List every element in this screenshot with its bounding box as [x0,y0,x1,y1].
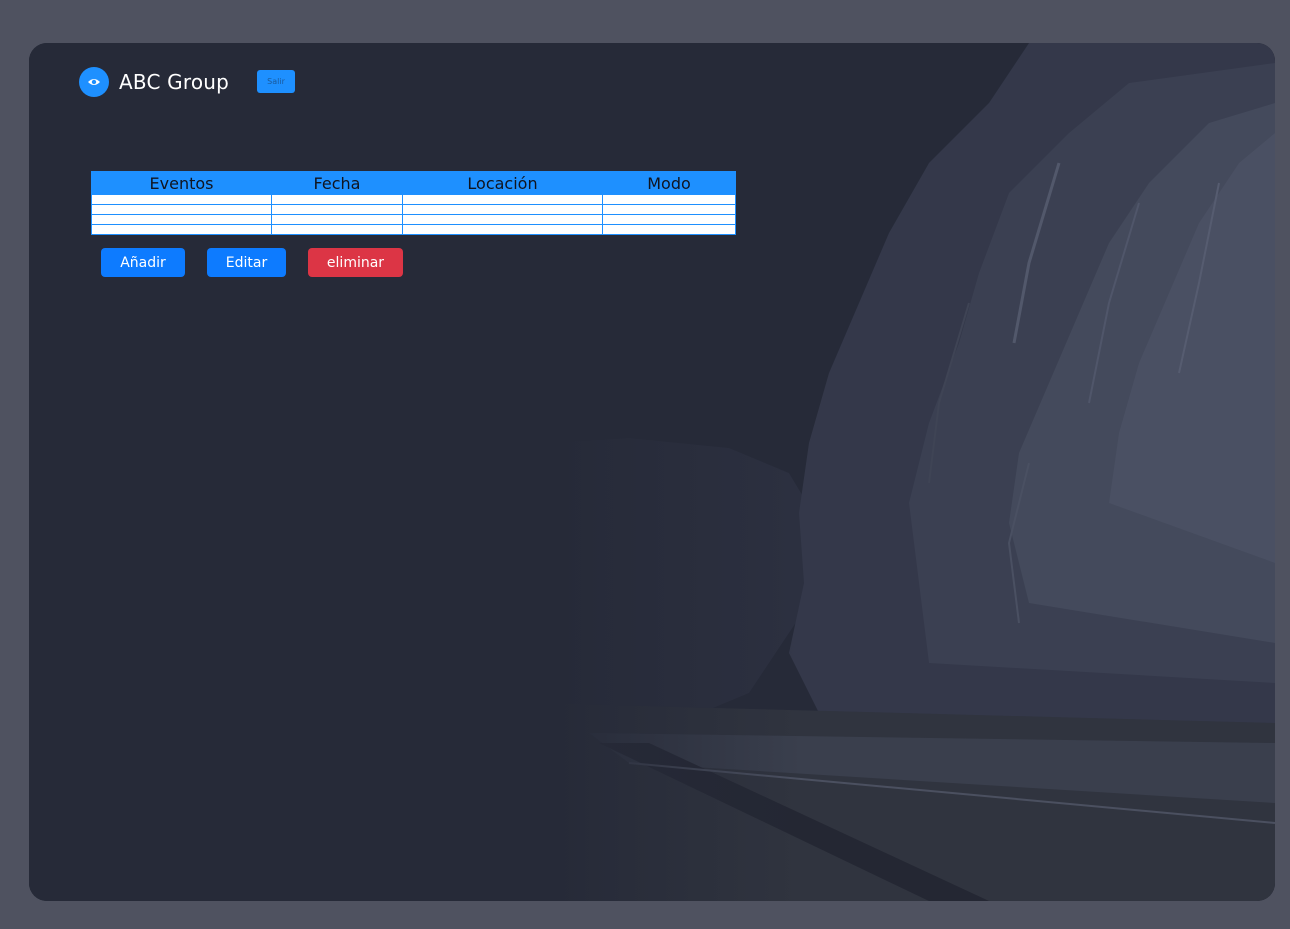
table-cell [271,214,403,225]
column-header-fecha: Fecha [271,171,403,195]
column-header-eventos: Eventos [91,171,272,195]
table-cell [271,224,403,235]
table-cell [402,204,603,215]
logout-button[interactable]: Salir [257,70,295,93]
edit-button[interactable]: Editar [207,248,286,277]
table-cell [271,194,403,205]
table-cell [402,224,603,235]
table-cell [91,224,272,235]
table-row[interactable] [91,194,736,205]
delete-button[interactable]: eliminar [308,248,403,277]
table-header-row: Eventos Fecha Locación Modo [91,171,736,195]
table-cell [91,214,272,225]
column-header-locacion: Locación [402,171,603,195]
column-header-modo: Modo [602,171,736,195]
app-window: ABC Group Salir Eventos Fecha Locación M… [29,43,1275,901]
events-table: Eventos Fecha Locación Modo [91,171,736,235]
table-cell [402,214,603,225]
add-button[interactable]: Añadir [101,248,185,277]
table-cell [271,204,403,215]
eye-icon [79,67,109,97]
table-cell [91,194,272,205]
table-cell [602,214,736,225]
table-cell [602,194,736,205]
table-cell [402,194,603,205]
table-cell [91,204,272,215]
table-row[interactable] [91,224,736,235]
brand-name: ABC Group [119,70,230,94]
table-cell [602,204,736,215]
table-row[interactable] [91,214,736,225]
table-cell [602,224,736,235]
table-row[interactable] [91,204,736,215]
brand: ABC Group [79,67,229,97]
